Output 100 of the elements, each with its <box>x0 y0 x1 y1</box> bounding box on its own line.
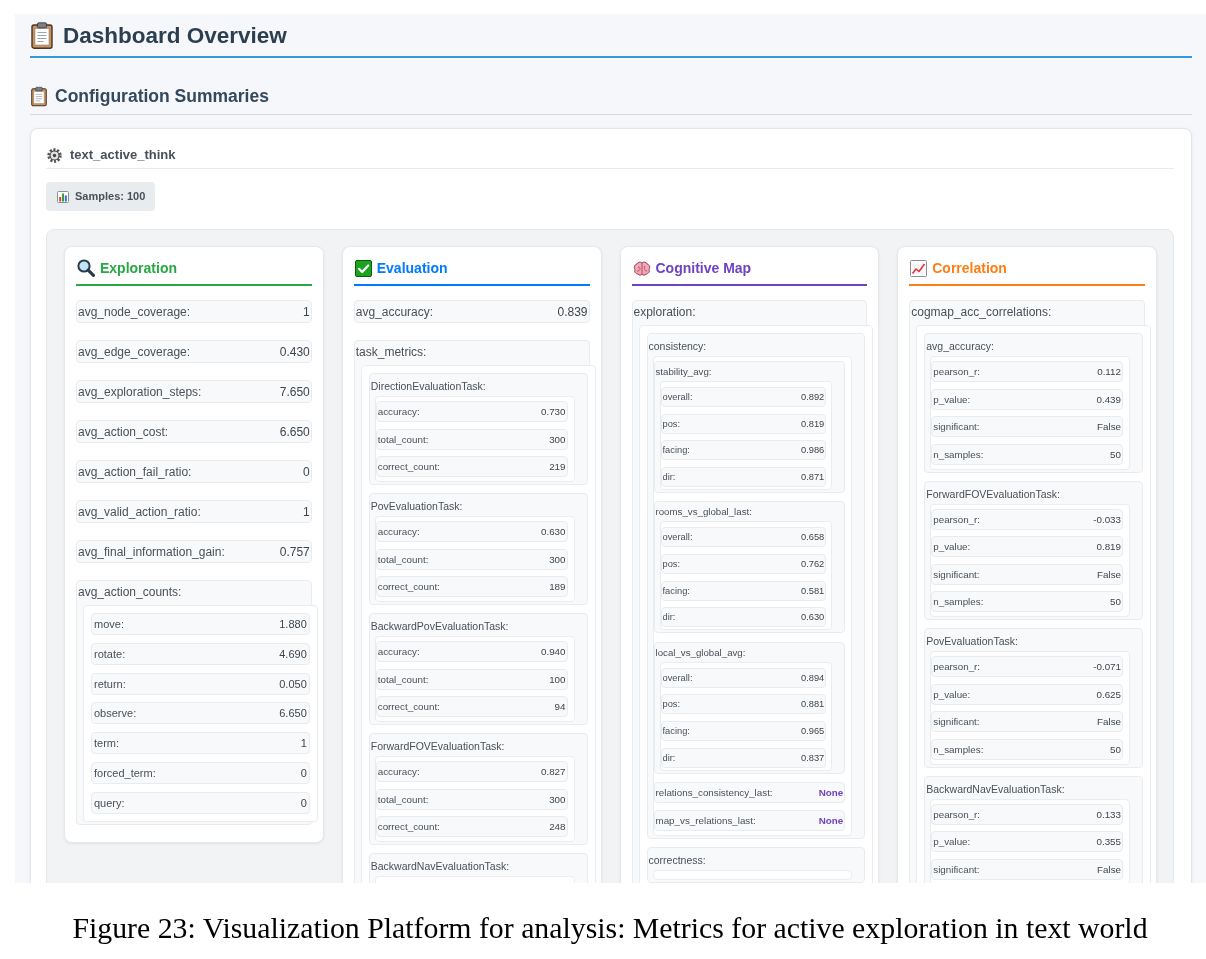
metric-label: overall: <box>662 672 693 683</box>
metric-label: rotate: <box>94 647 126 660</box>
group-label: correctness: <box>647 852 707 868</box>
metric-label: facing: <box>662 725 690 736</box>
metric-label: correct_count: <box>377 701 440 713</box>
metric-label: pos: <box>662 418 681 429</box>
brain-icon <box>632 260 651 276</box>
group-label: exploration: <box>632 304 697 321</box>
metric-label: avg_valid_action_ratio: <box>78 504 201 519</box>
metric-value: 0.940 <box>540 645 566 657</box>
metric-label: total_count: <box>377 673 429 685</box>
metric-value: 0.355 <box>1096 836 1121 848</box>
group-label: cogmap_acc_correlations: <box>910 304 1053 321</box>
metric-label: significant: <box>933 568 980 580</box>
metric-label: correct_count: <box>377 461 440 473</box>
clipboard-icon <box>31 86 47 107</box>
metric-value: 0.658 <box>801 532 825 543</box>
metric-value: None <box>818 814 844 826</box>
metric-value: 0 <box>300 767 307 779</box>
metric-label: pos: <box>662 558 681 569</box>
metric-value: 0.871 <box>801 471 825 482</box>
metric-value: 0 <box>303 464 310 479</box>
group-label: DirectionEvaluationTask: <box>369 379 487 394</box>
metric-value: 0 <box>300 796 307 809</box>
metric-label: correct_count: <box>377 581 440 593</box>
metric-value: 0.581 <box>801 585 825 596</box>
metric-label: dir: <box>662 752 676 763</box>
metric-value: False <box>1097 863 1121 875</box>
metric-value: -0.033 <box>1093 513 1121 525</box>
metric-label: p_value: <box>933 688 971 700</box>
group-label: local_vs_global_avg: <box>654 645 747 660</box>
group-label: consistency: <box>647 339 708 354</box>
metric-value: 1.880 <box>279 618 307 630</box>
metric-label: avg_final_information_gain: <box>78 544 225 559</box>
metric-label: accuracy: <box>377 526 420 537</box>
metric-value: 0.827 <box>540 765 566 777</box>
metric-value: 4.690 <box>279 647 307 660</box>
metric-label: avg_exploration_steps: <box>78 384 202 399</box>
metric-label: significant: <box>933 421 980 433</box>
metric-value: -0.071 <box>1093 661 1121 673</box>
metric-value: 300 <box>549 793 566 805</box>
metric-label: move: <box>94 618 124 630</box>
metric-label: accuracy: <box>377 645 420 657</box>
metric-value: False <box>1097 421 1121 433</box>
metric-label: p_value: <box>933 836 971 848</box>
metric-label: total_count: <box>377 433 429 445</box>
metric-value: 0.839 <box>557 304 588 319</box>
bar-chart-icon <box>57 190 69 203</box>
metric-value: 189 <box>549 581 566 593</box>
metric-label: total_count: <box>377 793 429 805</box>
metric-value: 0.894 <box>801 672 825 683</box>
metric-value: None <box>818 787 844 799</box>
metric-label: accuracy: <box>377 765 420 777</box>
group-label: avg_accuracy: <box>925 339 995 354</box>
metric-label: dir: <box>662 471 676 482</box>
metric-value: False <box>1097 716 1121 728</box>
metric-value: 0.133 <box>1096 808 1121 820</box>
metric-label: pearson_r: <box>933 661 981 673</box>
group-label: BackwardNavEvaluationTask: <box>369 858 511 874</box>
metric-label: correct_count: <box>377 821 440 833</box>
metric-value: 1 <box>300 737 307 750</box>
metric-value: False <box>1097 568 1121 580</box>
metric-value: 0.762 <box>801 558 825 569</box>
card-title: Exploration <box>100 259 177 277</box>
metric-value: 248 <box>549 821 566 833</box>
metric-value: 6.650 <box>279 707 307 720</box>
metric-label: significant: <box>933 863 980 875</box>
metric-value: 0.819 <box>1096 541 1121 553</box>
metric-value: 0.881 <box>801 699 825 710</box>
config-name: text_active_think <box>70 147 176 163</box>
metric-label: pearson_r: <box>933 366 981 377</box>
metric-label: total_count: <box>377 553 429 565</box>
metric-label: n_samples: <box>933 448 984 460</box>
metric-label: p_value: <box>933 541 971 553</box>
metric-value: 0.819 <box>801 418 825 429</box>
metric-value: 100 <box>549 673 566 685</box>
metric-label: relations_consistency_last: <box>655 787 773 799</box>
clipboard-icon <box>31 22 53 49</box>
metric-label: significant: <box>933 716 980 728</box>
page-title: Dashboard Overview <box>63 22 287 49</box>
metric-value: 50 <box>1110 596 1121 608</box>
metric-value: 50 <box>1110 743 1121 755</box>
metric-value: 6.650 <box>279 424 310 439</box>
check-box-icon <box>354 259 372 277</box>
metric-label: facing: <box>662 585 690 596</box>
metric-value: 7.650 <box>279 384 310 399</box>
metric-label: query: <box>94 796 125 809</box>
metric-label: pearson_r: <box>933 513 981 525</box>
metric-label: forced_term: <box>94 767 156 779</box>
metric-label: map_vs_relations_last: <box>655 814 756 826</box>
figure-caption: Figure 23: Visualization Platform for analysis: Metrics for active exploration in text world <box>71 911 1149 945</box>
metric-label: p_value: <box>933 393 971 405</box>
metric-label: avg_node_coverage: <box>78 304 191 319</box>
metric-label: dir: <box>662 612 676 623</box>
metric-value: 300 <box>549 433 566 445</box>
metric-label: overall: <box>662 532 693 543</box>
metric-value: 0.837 <box>801 752 825 763</box>
card-title: Evaluation <box>376 259 448 277</box>
group-label: rooms_vs_global_last: <box>654 505 753 520</box>
metric-value: 0.965 <box>801 725 825 736</box>
